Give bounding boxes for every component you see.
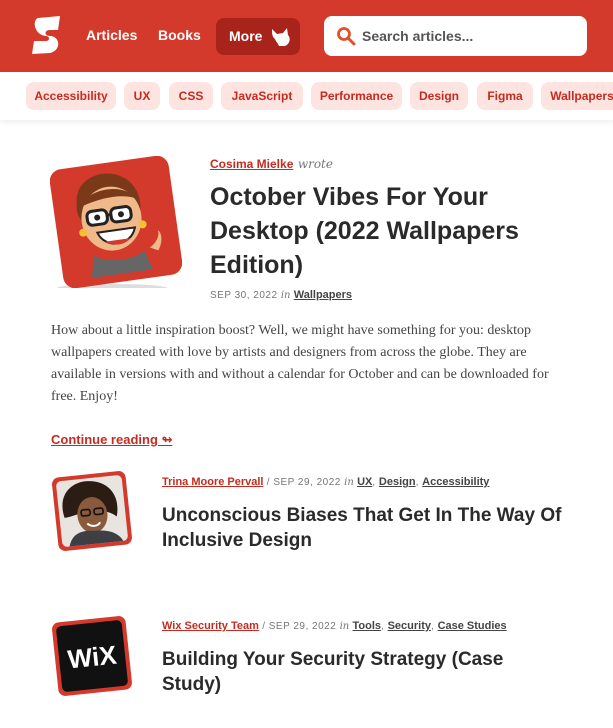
article-author-link[interactable]: Trina Moore Pervall [162,476,263,488]
tag-design[interactable]: Design [410,82,468,110]
author-avatar-illustration[interactable] [50,156,182,288]
in-label: in [280,290,291,301]
article-meta: Wix Security Team / SEP 29, 2022 in Tool… [162,620,507,632]
article-date: SEP 29, 2022 [273,477,341,488]
article-date: SEP 29, 2022 [268,621,337,632]
top-navigation-bar: Articles Books More [0,0,613,72]
category-link-accessibility[interactable]: Accessibility [422,476,489,488]
in-label: in [339,621,350,632]
more-button-label: More [229,28,263,44]
search-input[interactable] [362,24,577,48]
tag-ux[interactable]: UX [124,82,160,110]
smashing-logo-icon[interactable] [30,16,64,54]
category-link-wallpapers[interactable]: Wallpapers [294,289,352,301]
nav-articles-link[interactable]: Articles [86,27,137,43]
tag-css[interactable]: CSS [169,82,213,110]
featured-date: SEP 30, 2022 [210,290,278,301]
featured-meta: SEP 30, 2022 in Wallpapers [210,289,352,301]
nav-books-link[interactable]: Books [158,27,201,43]
article-author-link[interactable]: Wix Security Team [162,620,259,632]
search-box [324,16,587,56]
article-title[interactable]: Unconscious Biases That Get In The Way O… [162,503,562,553]
category-link-ux[interactable]: UX [357,476,372,488]
featured-article-title[interactable]: October Vibes For Your Desktop (2022 Wal… [210,180,590,282]
cat-mascot-icon [272,28,290,46]
in-label: in [344,477,354,488]
search-icon [337,27,356,46]
tag-wallpapers[interactable]: Wallpapers [541,82,613,110]
tag-accessibility[interactable]: Accessibility [26,82,116,110]
wix-logo-text: WiX [66,639,118,674]
author-photo-avatar[interactable] [50,469,134,553]
article-meta: Trina Moore Pervall / SEP 29, 2022 in UX… [162,476,490,488]
category-link-case-studies[interactable]: Case Studies [438,620,507,632]
wix-logo-avatar[interactable]: WiX [50,614,134,698]
featured-excerpt: How about a little inspiration boost? We… [51,323,549,404]
continue-reading-link[interactable]: Continue reading ↬ [51,432,172,448]
category-link-tools[interactable]: Tools [353,620,382,632]
category-link-security[interactable]: Security [388,620,431,632]
featured-author-link[interactable]: Cosima Mielke [210,157,293,171]
tag-javascript[interactable]: JavaScript [221,82,303,110]
more-menu-button[interactable]: More [216,18,300,55]
article-title[interactable]: Building Your Security Strategy (Case St… [162,647,522,697]
tag-figma[interactable]: Figma [477,82,533,110]
tags-bar: Accessibility UX CSS JavaScript Performa… [0,72,613,120]
tag-performance[interactable]: Performance [311,82,402,110]
category-link-design[interactable]: Design [379,476,416,488]
wrote-label: wrote [297,157,333,171]
